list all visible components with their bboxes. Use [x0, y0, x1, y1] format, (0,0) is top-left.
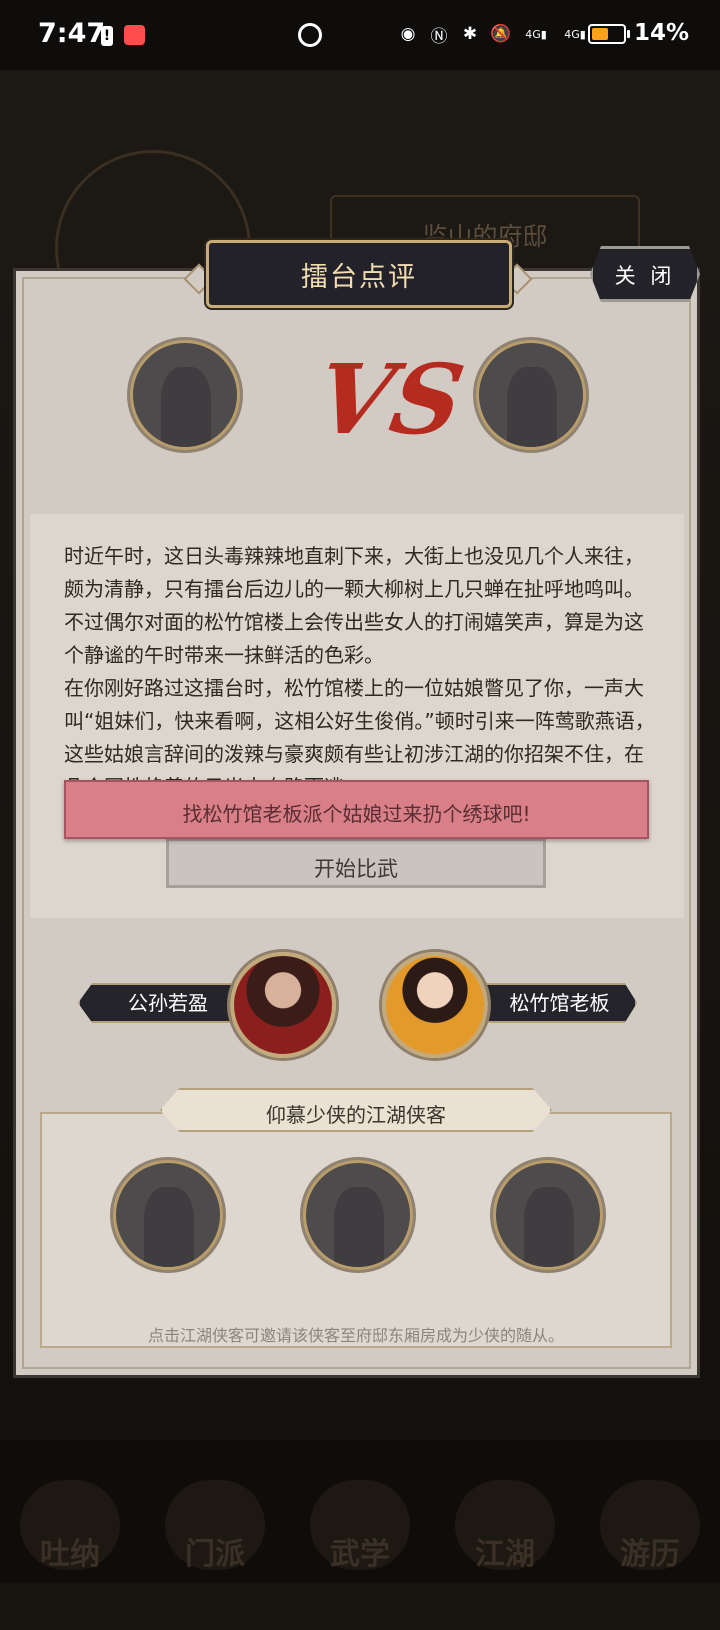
silhouette-icon	[334, 1187, 384, 1267]
bluetooth-icon: ✱	[462, 24, 478, 44]
nav-label: 江湖	[475, 1537, 535, 1572]
nav-item-sect[interactable]: 门派	[165, 1480, 265, 1572]
alert-icon: !	[101, 26, 113, 46]
right-character-nameplate: 松竹馆老板	[482, 983, 637, 1023]
battery-percent: 14%	[634, 20, 690, 46]
opponent-avatar-empty[interactable]	[476, 340, 586, 450]
book-app-icon	[124, 25, 145, 45]
status-bar: 7:47 ! ◉ Ⓝ ✱ 🔕 4G ▮ 4G ▮ 14%	[0, 0, 720, 70]
admirer-slot-1[interactable]	[113, 1160, 223, 1270]
nav-label: 门派	[185, 1537, 245, 1572]
nav-item-travel[interactable]: 游历	[600, 1480, 700, 1572]
close-label: 关 闭	[614, 264, 676, 288]
modal-header: 擂台点评	[206, 240, 512, 308]
modal-title: 擂台点评	[301, 262, 417, 293]
story-text: 时近午时，这日头毒辣辣地直刺下来，大街上也没见几个人来往，颇为清静，只有擂台后边…	[64, 540, 656, 780]
challenger-avatar-empty[interactable]	[130, 340, 240, 450]
silhouette-icon	[507, 367, 557, 447]
silhouette-icon	[144, 1187, 194, 1267]
story-paragraph: 时近午时，这日头毒辣辣地直刺下来，大街上也没见几个人来往，颇为清静，只有擂台后边…	[64, 544, 644, 667]
battery-icon	[588, 24, 626, 44]
signal-4g-label: 4G	[564, 27, 580, 41]
admirers-header: 仰慕少侠的江湖侠客	[160, 1088, 552, 1132]
speedometer-icon	[298, 23, 322, 47]
signal-4g-label: 4G	[525, 27, 541, 41]
nav-label: 吐纳	[40, 1537, 100, 1572]
hint-banner-text: 找松竹馆老板派个姑娘过来扔个绣球吧!	[182, 802, 531, 826]
start-duel-button[interactable]: 开始比武	[166, 838, 546, 888]
right-character-portrait[interactable]	[382, 952, 488, 1058]
admirer-slot-2[interactable]	[303, 1160, 413, 1270]
admirers-title: 仰慕少侠的江湖侠客	[266, 1103, 446, 1127]
admirer-slot-3[interactable]	[493, 1160, 603, 1270]
battery-fill	[592, 28, 608, 40]
admirers-hint: 点击江湖侠客可邀请该侠客至府邸东厢房成为少侠的随从。	[147, 1326, 564, 1345]
left-character-portrait[interactable]	[230, 952, 336, 1058]
silhouette-icon	[524, 1187, 574, 1267]
nav-item-jianghu[interactable]: 江湖	[455, 1480, 555, 1572]
nav-label: 武学	[330, 1537, 390, 1572]
bottom-nav: 吐纳 门派 武学 江湖 游历	[0, 1440, 720, 1583]
mute-bell-icon: 🔕	[490, 24, 512, 44]
signal-4g-icon: 4G ▮	[525, 27, 547, 41]
battery-tip	[627, 30, 630, 38]
hint-banner: 找松竹馆老板派个姑娘过来扔个绣球吧!	[64, 780, 649, 839]
close-button[interactable]: 关 闭	[590, 246, 700, 302]
story-paragraph: 在你刚好路过这擂台时，松竹馆楼上的一位姑娘瞥见了你，一声大叫“姐妹们，快来看啊，…	[64, 676, 655, 780]
silhouette-icon	[161, 367, 211, 447]
nav-item-martial[interactable]: 武学	[310, 1480, 410, 1572]
nav-label: 游历	[620, 1537, 680, 1572]
nfc-icon: Ⓝ	[430, 26, 448, 47]
status-time: 7:47	[38, 18, 106, 49]
start-duel-label: 开始比武	[314, 857, 398, 881]
signal-4g-icon: 4G ▮	[564, 27, 586, 41]
eye-icon: ◉	[400, 24, 416, 44]
nav-item-tuna[interactable]: 吐纳	[20, 1480, 120, 1572]
